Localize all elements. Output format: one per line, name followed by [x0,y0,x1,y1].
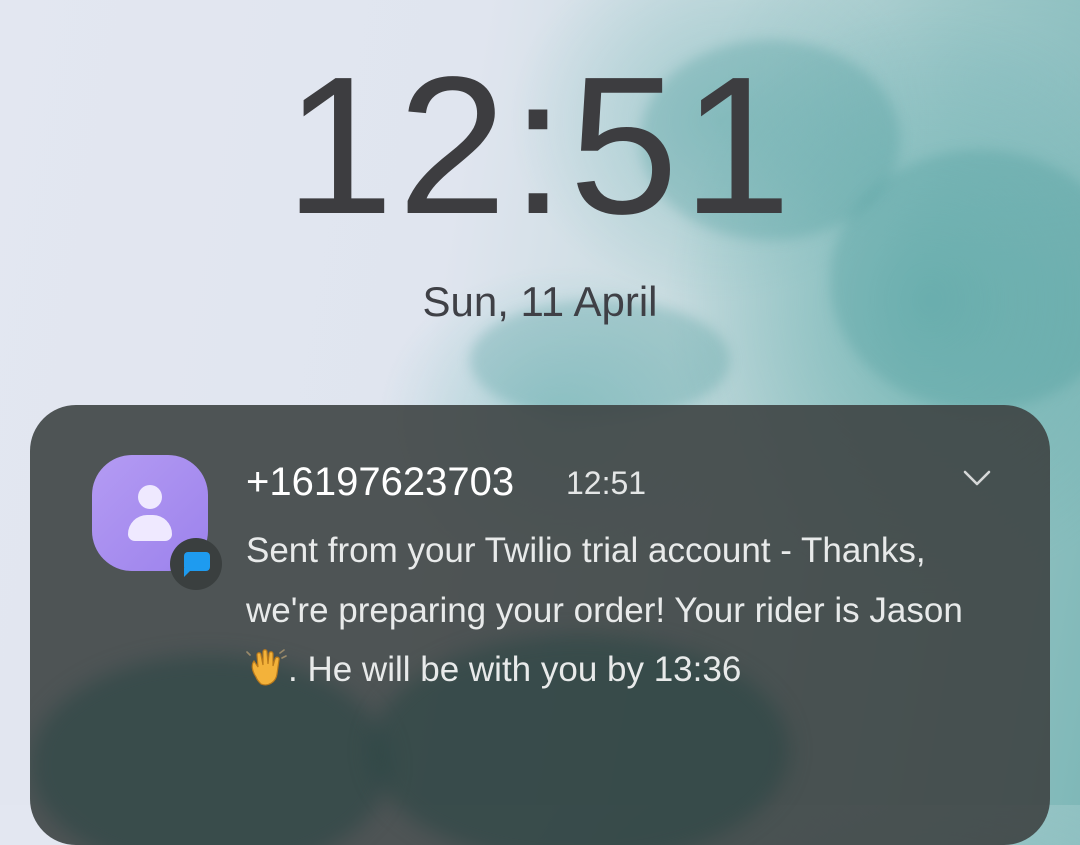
notification-message: Sent from your Twilio trial account - Th… [246,521,986,700]
notification-time: 12:51 [566,465,647,501]
message-text: Sent from your Twilio trial account - Th… [246,531,963,630]
lockscreen-clock: 12:51 [284,36,796,255]
waving-hand-emoji [246,649,287,686]
message-text-continued: . He will be with you by 13:36 [288,650,742,689]
chevron-down-icon[interactable] [962,463,992,493]
lockscreen-date: Sun, 11 April [422,278,658,325]
chat-bubble-icon [170,538,222,590]
notification-sender: +16197623703 [246,460,515,504]
message-notification-card[interactable]: +16197623703 12:51 Sent from your Twilio… [30,405,1050,845]
